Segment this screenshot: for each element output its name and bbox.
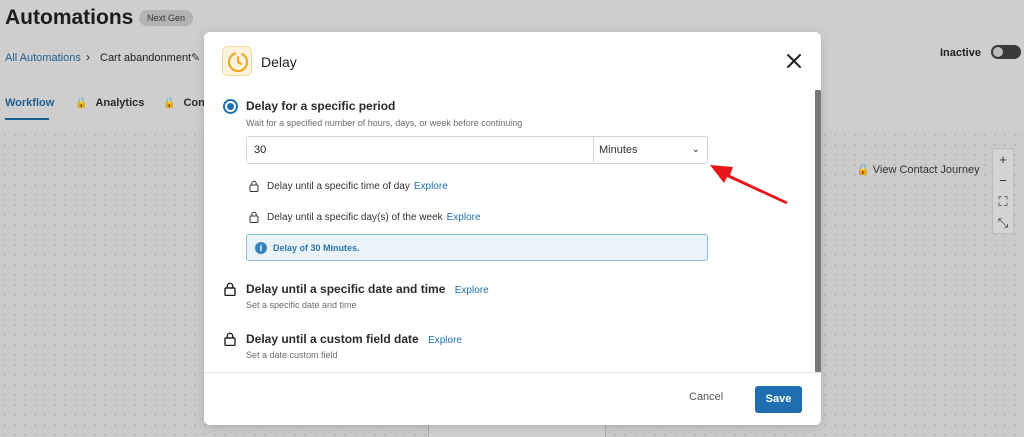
fullscreen-button[interactable]: ⤡	[993, 212, 1013, 233]
next-gen-badge: Next Gen	[139, 10, 194, 26]
tab-workflow[interactable]: Workflow	[5, 97, 54, 109]
lock-icon	[224, 282, 236, 296]
tab-analytics[interactable]: 🔒 Analytics	[75, 97, 144, 109]
page-title: Automations	[5, 6, 134, 29]
explore-link[interactable]: Explore	[455, 285, 489, 296]
custom-field-description: Set a date custom field	[246, 350, 338, 360]
locked-option-day-of-week: Delay until a specific day(s) of the wee…	[249, 211, 481, 223]
explore-link[interactable]: Explore	[428, 335, 462, 346]
scrollbar[interactable]	[815, 90, 821, 372]
lock-icon	[224, 332, 236, 346]
lock-icon	[249, 180, 259, 192]
locked-option-time-of-day: Delay until a specific time of day Explo…	[249, 180, 448, 192]
clock-icon	[222, 46, 252, 76]
zoom-out-button[interactable]: −	[993, 170, 1013, 191]
lock-icon: 🔒	[856, 164, 873, 176]
zoom-in-button[interactable]: +	[993, 149, 1013, 170]
fit-screen-button[interactable]: ⛶	[993, 191, 1013, 212]
lock-icon	[249, 211, 259, 223]
view-contact-journey-link[interactable]: 🔒 View Contact Journey	[856, 163, 980, 176]
modal-footer: Cancel Save	[204, 372, 821, 425]
pencil-icon[interactable]: ✎	[191, 51, 200, 64]
active-tab-underline	[5, 118, 49, 120]
info-icon: i	[255, 241, 267, 254]
breadcrumb-all-automations[interactable]: All Automations	[5, 52, 81, 64]
delay-unit-select[interactable]: Minutes ⌄	[594, 137, 707, 163]
status-label: Inactive	[940, 47, 981, 59]
specific-period-title: Delay for a specific period	[246, 99, 396, 113]
delay-modal: Delay Delay for a specific period Wait f…	[204, 32, 821, 425]
delay-summary-info: i Delay of 30 Minutes.	[246, 234, 708, 261]
explore-link[interactable]: Explore	[414, 181, 448, 192]
date-time-option: Delay until a specific date and time Exp…	[246, 282, 489, 296]
delay-amount-input[interactable]	[247, 137, 594, 163]
chevron-down-icon: ⌄	[691, 144, 700, 155]
specific-period-description: Wait for a specified number of hours, da…	[246, 118, 523, 128]
explore-link[interactable]: Explore	[447, 212, 481, 223]
specific-period-radio[interactable]	[223, 99, 238, 114]
lock-icon: 🔒	[75, 98, 88, 109]
breadcrumb-chevron-icon: ›	[86, 50, 90, 64]
delay-amount-group: Minutes ⌄	[246, 136, 708, 164]
breadcrumb-current: Cart abandonment	[100, 52, 192, 64]
annotation-arrow-icon	[710, 165, 788, 204]
modal-title: Delay	[261, 54, 297, 70]
lock-icon: 🔒	[163, 98, 176, 109]
active-toggle[interactable]	[991, 45, 1021, 59]
modal-header: Delay	[204, 32, 821, 92]
save-button[interactable]: Save	[755, 386, 802, 413]
cancel-button[interactable]: Cancel	[689, 391, 723, 403]
close-icon[interactable]	[784, 51, 804, 71]
zoom-controls: + − ⛶ ⤡	[992, 148, 1014, 234]
tab-contacts[interactable]: 🔒 Cont	[163, 97, 209, 109]
date-time-description: Set a specific date and time	[246, 300, 357, 310]
custom-field-option: Delay until a custom field date Explore	[246, 332, 462, 346]
